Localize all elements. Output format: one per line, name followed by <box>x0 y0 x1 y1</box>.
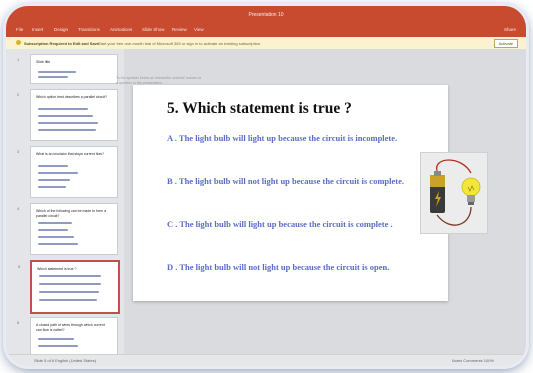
thumbnail-line <box>38 222 72 224</box>
option-d[interactable]: D . The light bulb will not light up bec… <box>167 262 412 272</box>
thumbnail-line <box>39 275 101 277</box>
red-wire <box>436 159 472 174</box>
thumbnail-line <box>38 345 78 347</box>
menu-transitions[interactable]: Transitions <box>78 27 100 32</box>
title-bar: Presentation 10 <box>6 6 526 24</box>
menu-slide-show[interactable]: Slide Show <box>142 27 165 32</box>
circuit-illustration <box>430 159 481 226</box>
slide-number: 5 <box>18 264 21 269</box>
thumbnail-line <box>38 71 76 73</box>
thumbnail-question: Slide title <box>36 60 51 64</box>
thumbnail-line <box>38 76 68 78</box>
slide-title[interactable]: 5. Which statement is true ? <box>167 100 352 118</box>
thumbnail-line <box>38 108 88 110</box>
share-button[interactable]: Share <box>504 27 516 32</box>
status-right[interactable]: Notes Comments 100% <box>452 358 494 363</box>
notice-title: Subscription Required to Edit and Save <box>24 40 100 46</box>
option-text: The light bulb will light up because the… <box>176 133 398 143</box>
menu-review[interactable]: Review <box>172 27 187 32</box>
thumbnail-line <box>38 122 98 124</box>
slide-thumbnail-4[interactable]: 4 Which of the following can be made to … <box>17 203 118 255</box>
slide-thumbnail-2[interactable]: 2 Which option best describes a parallel… <box>17 89 118 141</box>
thumbnail-line <box>38 165 68 167</box>
slide-thumbnail-5[interactable]: 5 Which statement is true ? <box>18 260 120 314</box>
thumbnail-line <box>39 283 101 285</box>
slide-canvas[interactable]: 5. Which statement is true ? A . The lig… <box>133 85 488 301</box>
menu-file[interactable]: File <box>16 27 23 32</box>
slide-number: 1 <box>17 57 20 62</box>
thumbnail-question: Which option best describes a parallel c… <box>36 95 108 99</box>
thumbnail-line <box>38 236 74 238</box>
option-b[interactable]: B . The light bulb will not light up bec… <box>167 176 412 186</box>
slide-number: 3 <box>17 149 20 154</box>
menu-bar: File Insert Design Transitions Animation… <box>6 24 526 37</box>
option-letter: D . <box>167 262 178 272</box>
menu-insert[interactable]: Insert <box>32 27 43 32</box>
thumbnail-line <box>38 129 96 131</box>
thumbnail-line <box>38 115 93 117</box>
option-letter: C . <box>167 219 178 229</box>
option-a[interactable]: A . The light bulb will light up because… <box>167 133 412 143</box>
battery-icon <box>430 171 445 213</box>
option-text: The light bulb will not light up because… <box>176 176 404 186</box>
thumbnail-line <box>39 291 99 293</box>
light-bulb-icon <box>461 177 481 205</box>
slide-thumbnail-3[interactable]: 3 What is an insulator that stops curren… <box>17 146 118 198</box>
thumbnail-line <box>38 229 68 231</box>
menu-design[interactable]: Design <box>54 27 68 32</box>
option-text: The light bulb will not light up because… <box>177 262 390 272</box>
thumbnail-question: Which of the following can be made to fo… <box>36 209 107 218</box>
thumbnail-question: What is an insulator that stops current … <box>36 152 104 156</box>
app-window: Presentation 10 File Insert Design Trans… <box>6 6 526 366</box>
menu-view[interactable]: View <box>194 27 204 32</box>
thumbnail-line <box>39 299 97 301</box>
slide-number: 4 <box>17 206 20 211</box>
activate-button[interactable]: Activate <box>493 39 518 48</box>
thumbnail-line <box>38 179 70 181</box>
thumbnail-line <box>38 172 78 174</box>
option-letter: B . <box>167 176 177 186</box>
thumbnail-question: A closed path of wires through which cur… <box>36 323 105 332</box>
warning-icon <box>16 40 21 45</box>
thumbnail-line <box>38 243 78 245</box>
slide-number: 2 <box>17 92 20 97</box>
slide-thumbnail-pane: 1 Slide title 2 Which option best descri… <box>6 49 124 356</box>
option-text: The light bulb will light up because the… <box>177 219 393 229</box>
slide-thumbnail-6[interactable]: 6 A closed path of wires through which c… <box>17 317 118 356</box>
slide-number: 6 <box>17 320 20 325</box>
status-bar: Slide 5 of 6 English (United States) Not… <box>6 354 526 366</box>
window-title: Presentation 10 <box>248 12 284 18</box>
menu-animations[interactable]: Animations <box>110 27 132 32</box>
status-left: Slide 5 of 6 English (United States) <box>34 358 97 363</box>
thumbnail-line <box>38 186 66 188</box>
thumbnail-question: Which statement is true ? <box>37 267 77 271</box>
notice-text: Start your free one-month trial of Micro… <box>98 40 262 46</box>
circuit-image[interactable] <box>420 152 488 234</box>
slide-thumbnail-1[interactable]: 1 Slide title <box>17 54 118 84</box>
thumbnail-line <box>38 338 74 340</box>
option-letter: A . <box>167 133 177 143</box>
option-c[interactable]: C . The light bulb will light up because… <box>167 219 412 229</box>
